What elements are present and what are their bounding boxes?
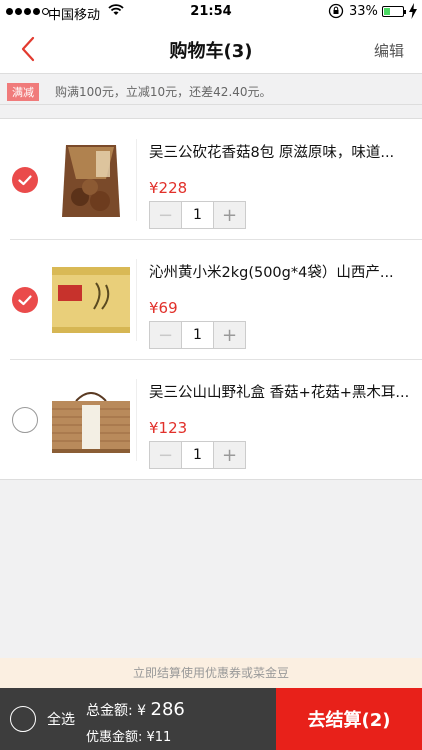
charging-icon bbox=[408, 3, 418, 22]
page-title: 购物车(3) bbox=[169, 41, 253, 62]
quantity-value[interactable]: 1 bbox=[181, 322, 214, 348]
checkout-bar: 全选 总金额: ¥ 286 优惠金额: ¥11 去结算(2) bbox=[0, 688, 422, 750]
coupon-hint[interactable]: 立即结算使用优惠券或菜金豆 bbox=[0, 658, 422, 688]
select-all-checkbox[interactable] bbox=[10, 706, 36, 732]
cart-item: 吴三公山山野礼盒 香菇+花菇+黑木耳... ¥123 − 1 + bbox=[0, 359, 422, 479]
edit-button[interactable]: 编辑 bbox=[374, 40, 404, 61]
product-image[interactable] bbox=[46, 259, 137, 341]
item-checkbox[interactable] bbox=[12, 287, 38, 313]
item-checkbox[interactable] bbox=[12, 167, 38, 193]
battery-percent: 33% bbox=[349, 4, 378, 19]
battery-icon bbox=[382, 6, 406, 17]
checkout-button[interactable]: 去结算(2) bbox=[276, 688, 422, 750]
item-title[interactable]: 吴三公砍花香菇8包 原滋原味，味道... bbox=[149, 141, 414, 162]
product-image[interactable] bbox=[46, 379, 137, 461]
nav-bar: 购物车(3) 编辑 bbox=[0, 24, 422, 74]
select-all-label[interactable]: 全选 bbox=[47, 709, 75, 729]
decrease-button[interactable]: − bbox=[150, 202, 181, 228]
total-label: 总金额: ¥ bbox=[86, 703, 147, 719]
cart-list: 吴三公砍花香菇8包 原滋原味，味道... ¥228 − 1 + 沁州黄小米2kg… bbox=[0, 118, 422, 480]
cart-item: 沁州黄小米2kg(500g*4袋）山西产... ¥69 − 1 + bbox=[0, 239, 422, 359]
quantity-stepper: − 1 + bbox=[149, 201, 246, 229]
increase-button[interactable]: + bbox=[214, 322, 245, 348]
increase-button[interactable]: + bbox=[214, 442, 245, 468]
quantity-stepper: − 1 + bbox=[149, 321, 246, 349]
quantity-value[interactable]: 1 bbox=[181, 442, 214, 468]
total-amount: 总金额: ¥ 286 bbox=[86, 699, 185, 720]
increase-button[interactable]: + bbox=[214, 202, 245, 228]
cart-item: 吴三公砍花香菇8包 原滋原味，味道... ¥228 − 1 + bbox=[0, 119, 422, 239]
quantity-value[interactable]: 1 bbox=[181, 202, 214, 228]
item-checkbox[interactable] bbox=[12, 407, 38, 433]
item-price: ¥123 bbox=[149, 419, 188, 437]
promo-text: 购满100元，立减10元，还差42.40元。 bbox=[55, 85, 272, 99]
item-title[interactable]: 吴三公山山野礼盒 香菇+花菇+黑木耳... bbox=[149, 381, 414, 402]
rotation-lock-icon bbox=[328, 3, 344, 23]
item-price: ¥69 bbox=[149, 299, 178, 317]
promo-banner: 满减 购满100元，立减10元，还差42.40元。 bbox=[0, 75, 422, 105]
quantity-stepper: − 1 + bbox=[149, 441, 246, 469]
status-bar: 中国移动 21:54 33% bbox=[0, 0, 422, 24]
promo-tag: 满减 bbox=[7, 83, 39, 101]
decrease-button[interactable]: − bbox=[150, 322, 181, 348]
total-value: 286 bbox=[150, 699, 185, 720]
product-image[interactable] bbox=[46, 139, 137, 221]
discount-amount: 优惠金额: ¥11 bbox=[86, 730, 172, 745]
decrease-button[interactable]: − bbox=[150, 442, 181, 468]
item-price: ¥228 bbox=[149, 179, 188, 197]
item-title[interactable]: 沁州黄小米2kg(500g*4袋）山西产... bbox=[149, 261, 414, 282]
